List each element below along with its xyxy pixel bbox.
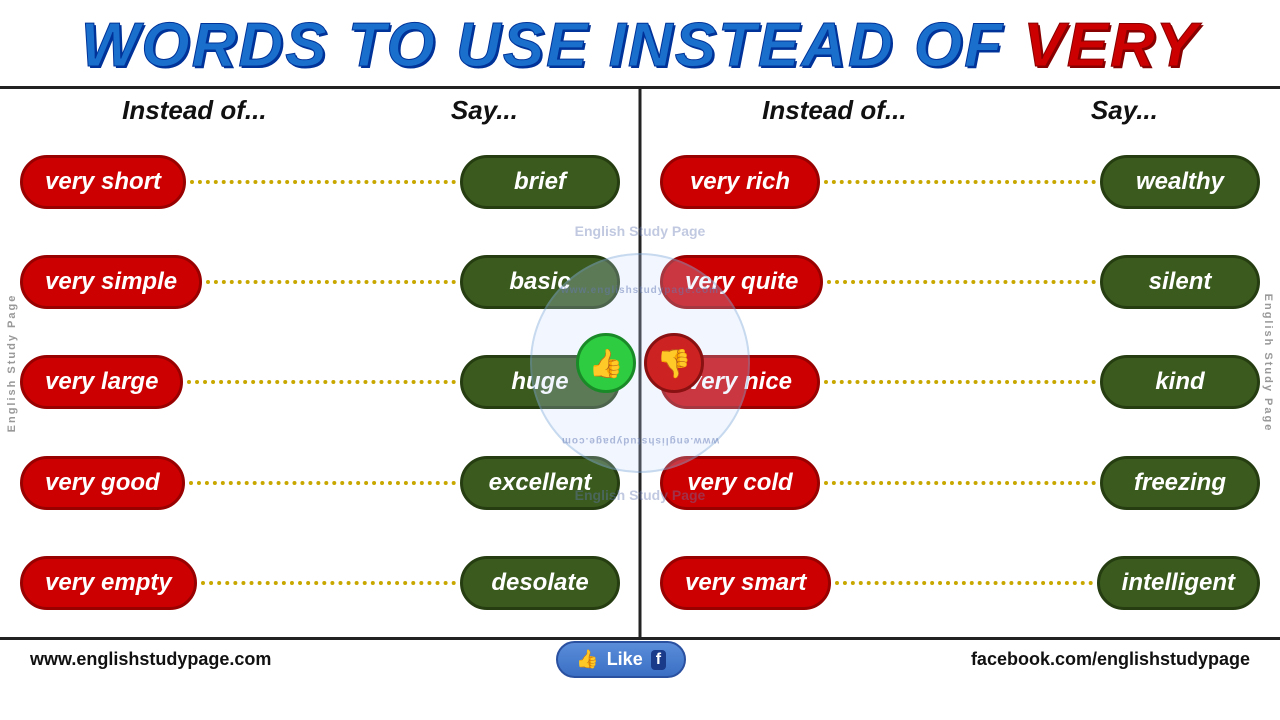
table-row: very simple basic	[20, 255, 620, 309]
right-rows: very rich wealthy very quite silent very…	[650, 128, 1270, 637]
title-word-very: VERY	[1023, 11, 1199, 80]
connector-line	[824, 180, 1096, 184]
main-content: English Study Page English Study Page En…	[0, 89, 1280, 637]
right-instead-of-header: Instead of...	[762, 95, 906, 126]
title-words-blue: WORDS TO USE INSTEAD OF	[81, 11, 1023, 80]
table-row: very large huge	[20, 355, 620, 409]
left-rows: very short brief very simple basic very …	[10, 128, 630, 637]
left-instead-of-header: Instead of...	[122, 95, 266, 126]
instead-oval: very empty	[20, 556, 197, 610]
like-button[interactable]: 👍 Like f	[556, 641, 686, 678]
left-side-label: English Study Page	[6, 294, 18, 433]
footer-website: www.englishstudypage.com	[30, 649, 271, 670]
facebook-icon: f	[651, 650, 666, 670]
say-oval: brief	[460, 155, 620, 209]
say-oval: basic	[460, 255, 620, 309]
footer-facebook: facebook.com/englishstudypage	[971, 649, 1250, 670]
say-oval: desolate	[460, 556, 620, 610]
instead-oval: very nice	[660, 355, 820, 409]
say-oval: huge	[460, 355, 620, 409]
connector-line	[824, 380, 1096, 384]
footer: www.englishstudypage.com 👍 Like f facebo…	[0, 637, 1280, 679]
say-oval: kind	[1100, 355, 1260, 409]
left-say-header: Say...	[451, 95, 518, 126]
instead-oval: very smart	[660, 556, 831, 610]
connector-line	[827, 280, 1096, 284]
table-row: very quite silent	[660, 255, 1260, 309]
right-half: Instead of... Say... very rich wealthy v…	[640, 89, 1280, 637]
table-row: very good excellent	[20, 456, 620, 510]
like-thumb-icon: 👍	[576, 649, 598, 670]
instead-oval: very short	[20, 155, 186, 209]
like-label: Like	[607, 649, 643, 670]
instead-oval: very large	[20, 355, 183, 409]
table-row: very rich wealthy	[660, 155, 1260, 209]
table-row: very cold freezing	[660, 456, 1260, 510]
say-oval: excellent	[460, 456, 620, 510]
main-title: WORDS TO USE INSTEAD OF VERY	[0, 10, 1280, 81]
connector-line	[824, 481, 1096, 485]
left-half: Instead of... Say... very short brief ve…	[0, 89, 640, 637]
right-side-label: English Study Page	[1262, 294, 1274, 433]
say-oval: wealthy	[1100, 155, 1260, 209]
connector-line	[190, 180, 456, 184]
table-row: very smart intelligent	[660, 556, 1260, 610]
instead-oval: very cold	[660, 456, 820, 510]
table-row: very short brief	[20, 155, 620, 209]
table-row: very empty desolate	[20, 556, 620, 610]
instead-oval: very quite	[660, 255, 823, 309]
say-oval: silent	[1100, 255, 1260, 309]
connector-line	[835, 581, 1092, 585]
left-col-headers: Instead of... Say...	[10, 89, 630, 128]
say-oval: freezing	[1100, 456, 1260, 510]
instead-oval: very simple	[20, 255, 202, 309]
connector-line	[206, 280, 456, 284]
instead-oval: very good	[20, 456, 185, 510]
connector-line	[189, 481, 456, 485]
table-row: very nice kind	[660, 355, 1260, 409]
connector-line	[201, 581, 456, 585]
right-say-header: Say...	[1091, 95, 1158, 126]
say-oval: intelligent	[1097, 556, 1260, 610]
instead-oval: very rich	[660, 155, 820, 209]
center-divider	[639, 89, 642, 637]
connector-line	[187, 380, 456, 384]
right-col-headers: Instead of... Say...	[650, 89, 1270, 128]
header: WORDS TO USE INSTEAD OF VERY	[0, 0, 1280, 89]
